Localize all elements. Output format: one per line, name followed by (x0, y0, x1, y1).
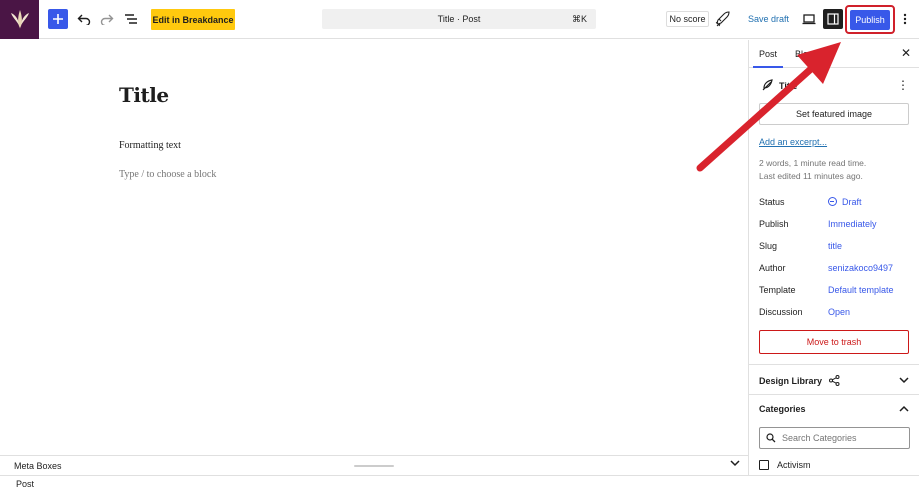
post-summary-row: Title ⋮ (759, 78, 909, 94)
post-summary-title: Title (779, 81, 798, 91)
paragraph-block[interactable]: Formatting text (119, 140, 181, 151)
discussion-value[interactable]: Open (828, 307, 850, 317)
redo-icon (100, 14, 114, 25)
add-block-button[interactable] (48, 9, 68, 29)
tab-post[interactable]: Post (759, 49, 777, 59)
search-categories-input[interactable] (782, 433, 902, 443)
options-button[interactable] (899, 9, 911, 29)
breadcrumb-bar: Post (0, 475, 919, 490)
command-shortcut: ⌘K (571, 14, 587, 24)
feather-icon (762, 79, 773, 91)
publish-label: Publish (759, 219, 789, 229)
rocket-icon (715, 11, 730, 27)
redo-button[interactable] (97, 9, 117, 29)
editor-canvas[interactable]: Title Formatting text Type / to choose a… (0, 40, 748, 455)
editor-toolbar: Edit in Breakdance Title · Post ⌘K No sc… (0, 0, 919, 39)
search-categories-field (759, 427, 910, 449)
slug-label: Slug (759, 241, 778, 251)
share-icon (828, 375, 840, 386)
desktop-view-icon (802, 14, 816, 25)
document-title-label: Title · Post (437, 14, 481, 24)
set-featured-image-button[interactable]: Set featured image (759, 103, 909, 125)
performance-button[interactable] (713, 9, 733, 29)
resize-handle[interactable] (354, 465, 394, 467)
categories-panel-title[interactable]: Categories (759, 404, 806, 414)
design-library-panel-toggle[interactable]: Design Library (759, 375, 840, 386)
settings-sidebar-toggle[interactable] (823, 9, 843, 29)
template-label: Template (759, 285, 796, 295)
tab-block[interactable]: Block (795, 49, 817, 59)
preview-button[interactable] (799, 9, 819, 29)
breadcrumb[interactable]: Post (16, 479, 34, 489)
publish-value[interactable]: Immediately (828, 219, 877, 229)
draft-status-icon (828, 197, 837, 206)
options-icon (903, 13, 907, 25)
discussion-label: Discussion (759, 307, 803, 317)
close-icon[interactable]: ✕ (901, 46, 911, 60)
status-label: Status (759, 197, 785, 207)
read-time-text: 2 words, 1 minute read time. (759, 158, 867, 168)
divider (749, 394, 919, 395)
divider (749, 364, 919, 365)
status-value[interactable]: Draft (828, 197, 862, 207)
command-palette-bar[interactable]: Title · Post ⌘K (322, 9, 596, 29)
template-value[interactable]: Default template (828, 285, 894, 295)
chevron-down-icon[interactable] (730, 460, 740, 467)
active-tab-indicator (753, 66, 783, 68)
seo-score-button[interactable]: No score (666, 11, 709, 27)
search-icon (766, 433, 776, 443)
category-label: Activism (777, 460, 811, 470)
chevron-down-icon[interactable] (899, 377, 909, 384)
meta-boxes-label: Meta Boxes (14, 461, 62, 471)
save-draft-button[interactable]: Save draft (748, 14, 789, 24)
category-item[interactable]: Activism (759, 460, 811, 470)
author-label: Author (759, 263, 786, 273)
plus-icon (53, 14, 63, 24)
author-value[interactable]: senizakoco9497 (828, 263, 893, 273)
move-to-trash-button[interactable]: Move to trash (759, 330, 909, 354)
slug-value[interactable]: title (828, 241, 842, 251)
settings-sidebar: Post Block ✕ Title ⋮ Set featured image … (748, 40, 919, 475)
meta-boxes-bar[interactable]: Meta Boxes (0, 455, 748, 475)
publish-button[interactable]: Publish (850, 10, 890, 30)
chevron-up-icon[interactable] (899, 405, 909, 412)
add-excerpt-link[interactable]: Add an excerpt... (759, 137, 827, 147)
category-checkbox[interactable] (759, 460, 769, 470)
logo-icon[interactable] (0, 0, 39, 39)
post-title[interactable]: Title (119, 83, 169, 107)
last-edited-text: Last edited 11 minutes ago. (759, 171, 863, 181)
block-placeholder[interactable]: Type / to choose a block (119, 169, 216, 180)
design-library-label: Design Library (759, 376, 823, 386)
post-actions-icon[interactable]: ⋮ (897, 78, 909, 92)
undo-button[interactable] (74, 9, 94, 29)
sidebar-toggle-icon (827, 13, 839, 25)
list-view-button[interactable] (121, 9, 141, 29)
undo-icon (77, 14, 91, 25)
edit-in-breakdance-button[interactable]: Edit in Breakdance (151, 9, 235, 30)
publish-highlight-frame: Publish (845, 5, 895, 34)
list-view-icon (125, 14, 137, 24)
sidebar-tabs: Post Block ✕ (749, 40, 919, 68)
